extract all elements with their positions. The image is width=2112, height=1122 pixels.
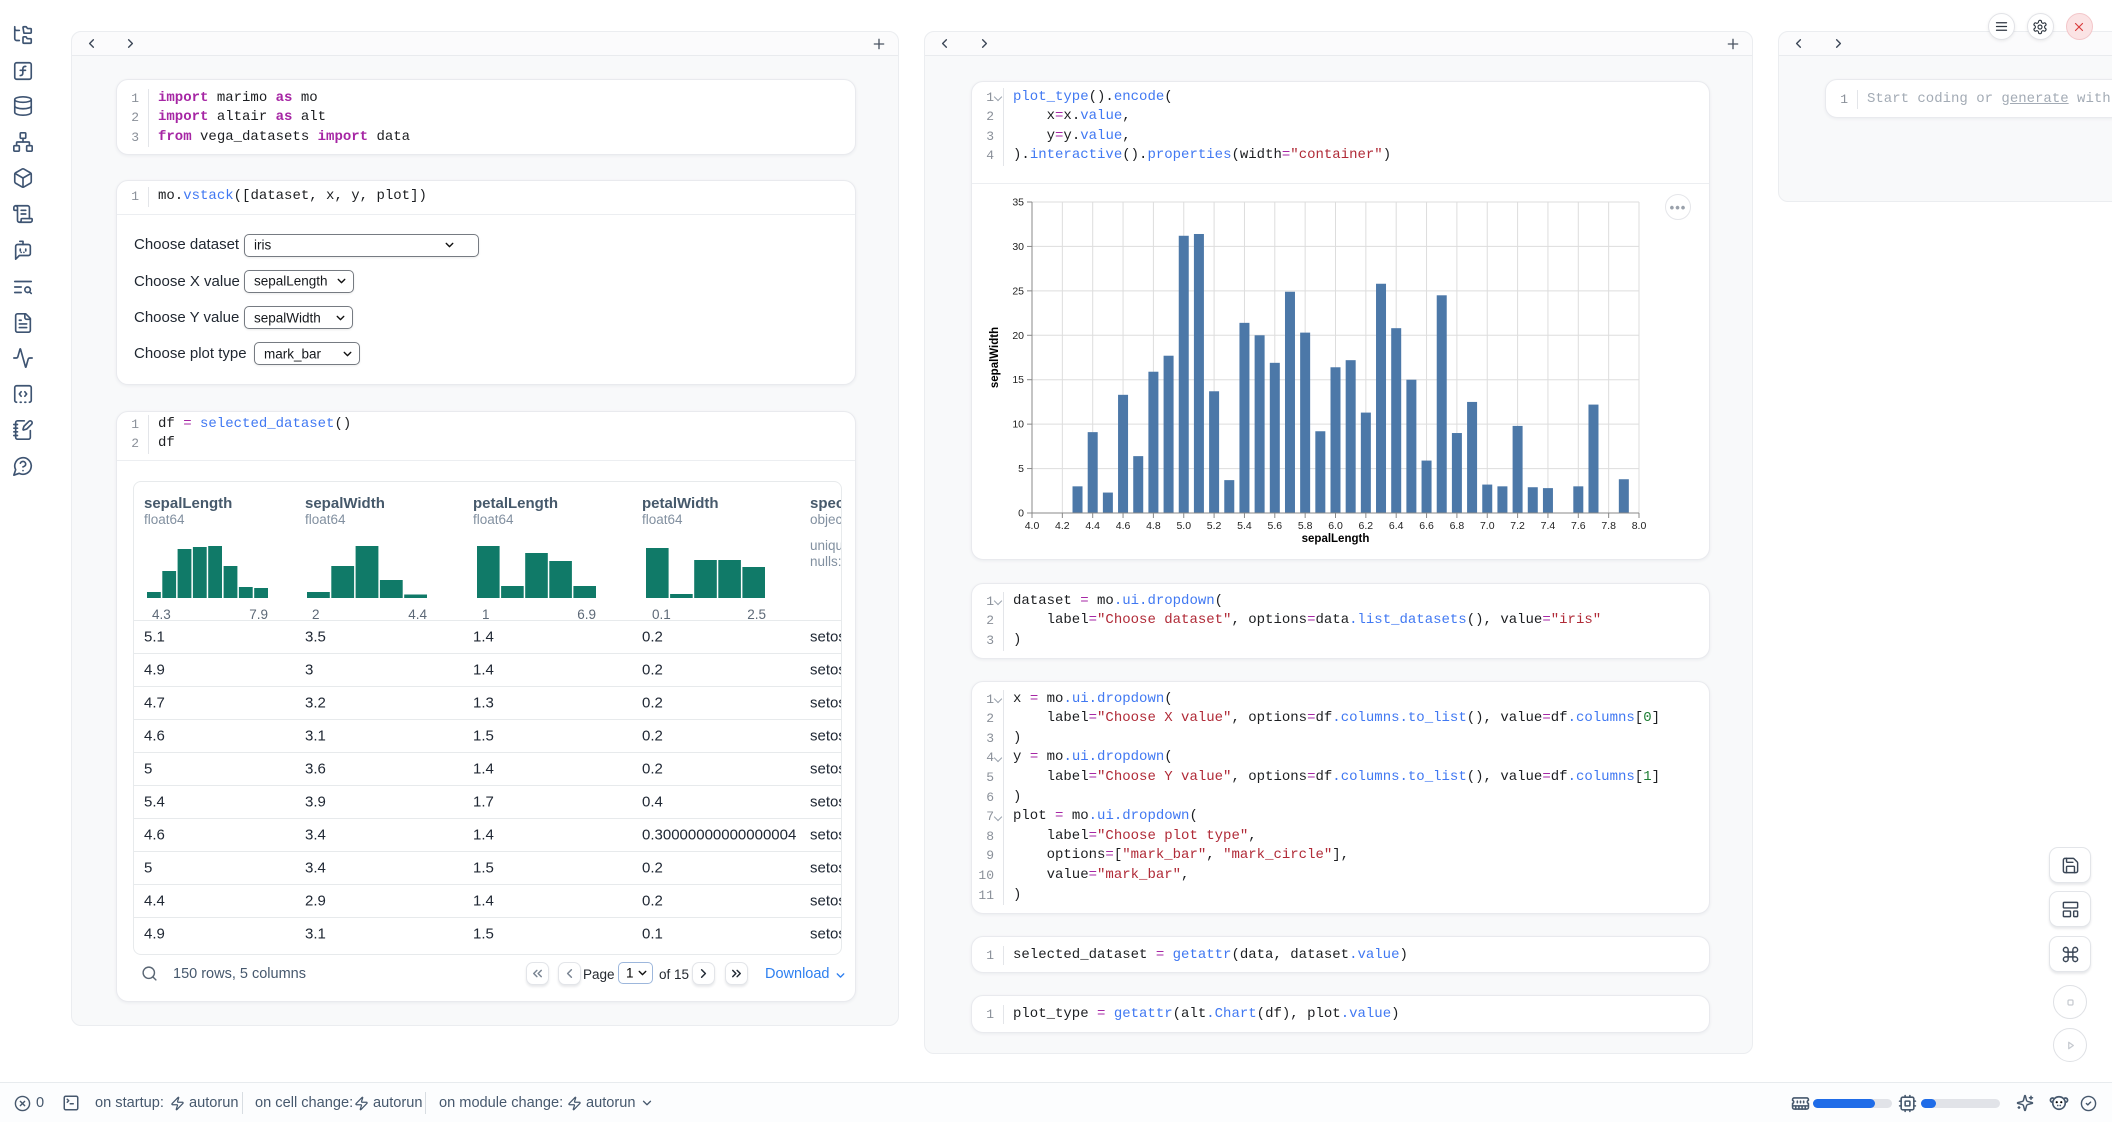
svg-text:6.2: 6.2 [1359,520,1374,532]
svg-text:10: 10 [1012,419,1024,431]
svg-text:5.8: 5.8 [1298,520,1313,532]
svg-text:5.6: 5.6 [1267,520,1282,532]
svg-text:5.4: 5.4 [1237,520,1252,532]
svg-text:6.6: 6.6 [1419,520,1434,532]
svg-text:5.2: 5.2 [1207,520,1222,532]
svg-text:4.8: 4.8 [1146,520,1161,532]
svg-text:6.4: 6.4 [1389,520,1404,532]
svg-text:4.0: 4.0 [1025,520,1040,532]
svg-text:25: 25 [1012,285,1024,297]
svg-text:6.0: 6.0 [1328,520,1343,532]
svg-text:7.0: 7.0 [1480,520,1495,532]
svg-text:sepalWidth: sepalWidth [989,327,1001,388]
svg-text:8.0: 8.0 [1632,520,1647,532]
svg-text:7.2: 7.2 [1510,520,1525,532]
svg-text:7.6: 7.6 [1571,520,1586,532]
svg-text:0: 0 [1018,508,1024,520]
svg-text:7.8: 7.8 [1601,520,1616,532]
svg-text:35: 35 [1012,197,1024,209]
svg-text:6.8: 6.8 [1450,520,1465,532]
svg-text:4.4: 4.4 [1085,520,1100,532]
svg-text:sepalLength: sepalLength [1302,533,1370,545]
svg-text:20: 20 [1012,330,1024,342]
svg-text:5.0: 5.0 [1176,520,1191,532]
svg-text:5: 5 [1018,463,1024,475]
svg-text:4.6: 4.6 [1116,520,1131,532]
svg-text:30: 30 [1012,241,1024,253]
svg-text:15: 15 [1012,374,1024,386]
svg-text:4.2: 4.2 [1055,520,1070,532]
svg-text:7.4: 7.4 [1541,520,1556,532]
